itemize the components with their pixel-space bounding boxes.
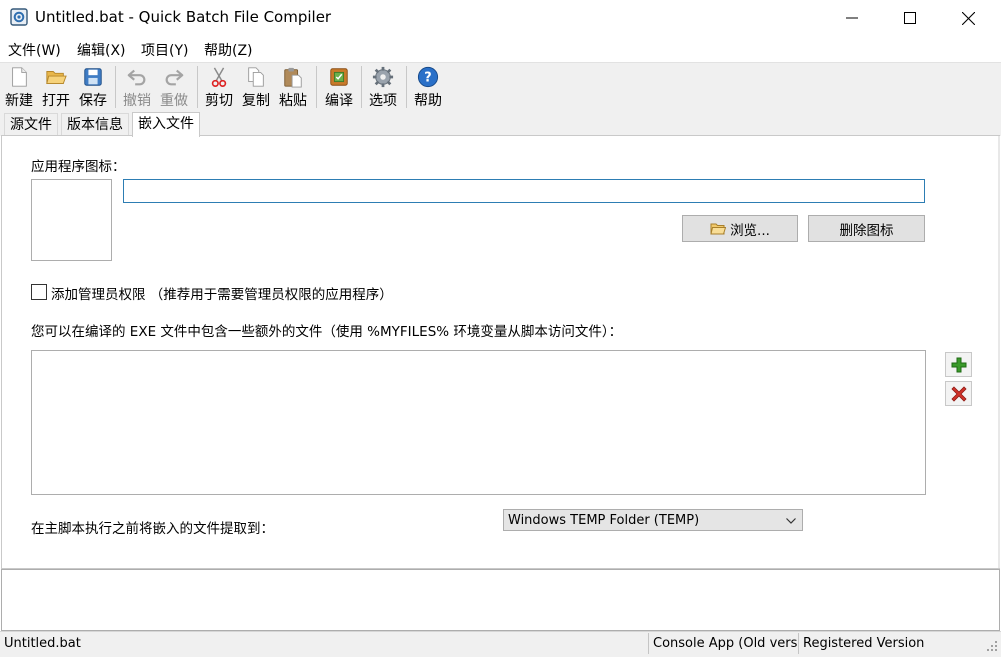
floppy-disk-icon: [84, 68, 102, 86]
open-button[interactable]: 打开: [40, 64, 72, 110]
browse-button[interactable]: 浏览...: [682, 215, 798, 242]
toolbar-separator: [406, 66, 407, 108]
resize-grip-icon[interactable]: [987, 641, 998, 656]
redo-label: 重做: [160, 93, 188, 109]
undo-label: 撤销: [123, 93, 151, 109]
close-button[interactable]: [939, 0, 997, 36]
app-icon[interactable]: [10, 8, 28, 26]
toolbar-separator: [115, 66, 116, 108]
compile-button[interactable]: 编译: [323, 64, 355, 110]
delete-icon-button[interactable]: 删除图标: [808, 215, 925, 242]
options-label: 选项: [369, 93, 397, 109]
svg-text:?: ?: [424, 71, 431, 86]
compile-label: 编译: [325, 93, 353, 109]
maximize-icon: [904, 12, 916, 24]
tab-embedded-files[interactable]: 嵌入文件: [132, 112, 200, 137]
menu-edit[interactable]: 编辑(X): [77, 40, 126, 60]
icon-label: 应用程序图标：: [31, 159, 126, 175]
delete-x-icon: [950, 385, 967, 402]
admin-rights-label: 添加管理员权限 （推荐用于需要管理员权限的应用程序）: [51, 287, 393, 303]
icon-path-input[interactable]: [123, 179, 925, 203]
save-label: 保存: [79, 93, 107, 109]
options-button[interactable]: 选项: [367, 64, 399, 110]
extra-files-label: 您可以在编译的 EXE 文件中包含一些额外的文件（使用 %MYFILES% 环境…: [31, 324, 623, 340]
tab-version-info[interactable]: 版本信息: [61, 113, 129, 136]
status-separator: [798, 633, 799, 654]
compile-box-icon: [330, 68, 348, 86]
copy-button[interactable]: 复制: [240, 64, 272, 110]
new-label: 新建: [5, 93, 33, 109]
status-separator: [648, 633, 649, 654]
menu-file[interactable]: 文件(W): [8, 40, 61, 60]
help-icon: ?: [417, 66, 439, 88]
delete-icon-label: 删除图标: [839, 222, 894, 239]
status-license: Registered Version: [803, 636, 925, 651]
menu-help[interactable]: 帮助(Z): [204, 40, 253, 60]
toolbar-separator: [361, 66, 362, 108]
menu-project[interactable]: 项目(Y): [141, 40, 188, 60]
copy-icon: [248, 67, 264, 87]
toolbar-separator: [197, 66, 198, 108]
remove-file-button[interactable]: [945, 381, 972, 406]
new-file-icon: [12, 67, 27, 87]
minimize-icon: [846, 17, 858, 19]
panel-edge: [998, 136, 1000, 568]
browse-label: 浏览...: [730, 222, 770, 239]
undo-button[interactable]: 撤销: [121, 64, 153, 110]
paste-label: 粘贴: [279, 93, 307, 109]
folder-open-icon: [46, 71, 67, 84]
maximize-button[interactable]: [881, 0, 939, 36]
help-label: 帮助: [414, 93, 442, 109]
scissors-icon: [211, 67, 227, 87]
copy-label: 复制: [242, 93, 270, 109]
icon-preview: [31, 179, 112, 261]
paste-button[interactable]: 粘贴: [277, 64, 309, 110]
extract-location-select[interactable]: Windows TEMP Folder (TEMP): [503, 509, 803, 531]
embedded-files-list[interactable]: [31, 350, 926, 495]
admin-rights-checkbox[interactable]: [31, 284, 47, 300]
cut-label: 剪切: [205, 93, 233, 109]
output-log[interactable]: [1, 569, 1000, 631]
gear-icon: [372, 66, 394, 88]
cut-button[interactable]: 剪切: [203, 64, 235, 110]
status-file: Untitled.bat: [4, 636, 81, 651]
chevron-down-icon: [786, 518, 796, 524]
open-label: 打开: [42, 93, 70, 109]
minimize-button[interactable]: [823, 0, 881, 36]
plus-icon: [951, 357, 966, 372]
add-file-button[interactable]: [945, 352, 972, 377]
clipboard-icon: [284, 67, 302, 88]
help-button[interactable]: ? 帮助: [412, 64, 444, 110]
status-mode: Console App (Old version: [653, 636, 797, 651]
close-icon: [961, 11, 975, 25]
tab-source[interactable]: 源文件: [4, 113, 58, 136]
save-button[interactable]: 保存: [77, 64, 109, 110]
new-button[interactable]: 新建: [3, 64, 35, 110]
toolbar-separator: [316, 66, 317, 108]
window-title: Untitled.bat - Quick Batch File Compiler: [35, 8, 332, 26]
extract-label: 在主脚本执行之前将嵌入的文件提取到：: [31, 521, 274, 537]
redo-button[interactable]: 重做: [158, 64, 190, 110]
extract-location-value: Windows TEMP Folder (TEMP): [508, 513, 700, 528]
folder-icon: [710, 223, 727, 234]
undo-icon: [127, 69, 146, 86]
redo-icon: [165, 69, 184, 86]
